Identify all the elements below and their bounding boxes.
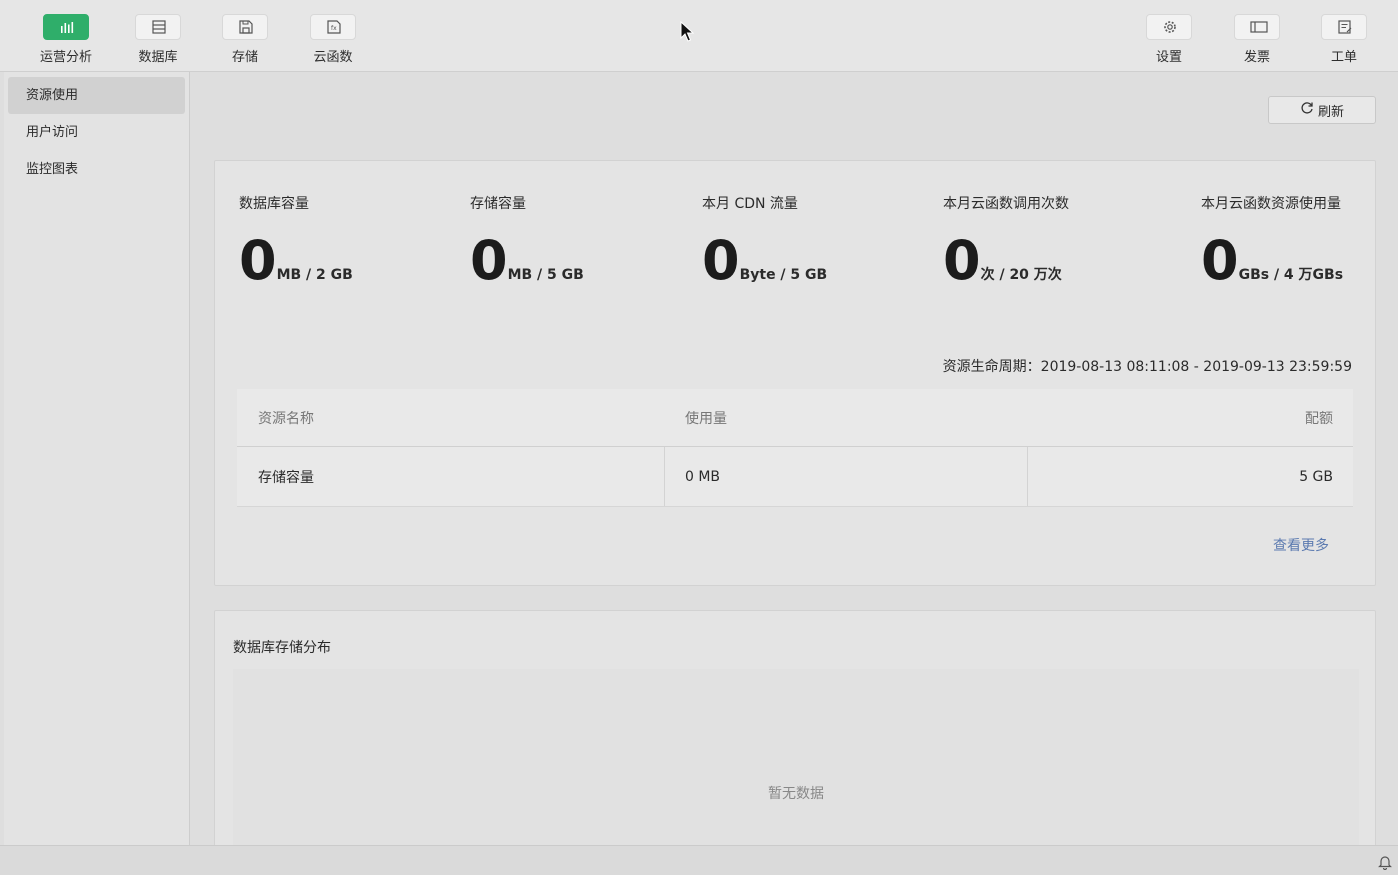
metric-value: 0 bbox=[1201, 229, 1239, 292]
view-more-link[interactable]: 查看更多 bbox=[1273, 535, 1329, 555]
column-header-usage: 使用量 bbox=[685, 410, 727, 427]
metric-db-capacity: 数据库容量 0MB / 2 GB bbox=[239, 193, 353, 291]
gear-icon bbox=[1146, 14, 1192, 40]
metric-unit: GBs / 4 万GBs bbox=[1238, 267, 1344, 283]
toolbar-ticket[interactable]: 工单 bbox=[1304, 14, 1384, 65]
metric-value: 0 bbox=[239, 229, 277, 292]
metric-unit: MB / 5 GB bbox=[507, 267, 584, 283]
card-title: 数据库存储分布 bbox=[233, 640, 331, 656]
toolbar-settings[interactable]: 设置 bbox=[1129, 14, 1209, 65]
metric-unit: Byte / 5 GB bbox=[739, 267, 828, 283]
metric-value: 0 bbox=[943, 229, 981, 292]
toolbar-label: 设置 bbox=[1155, 50, 1182, 65]
metric-title: 存储容量 bbox=[470, 196, 526, 212]
toolbar-label: 发票 bbox=[1243, 50, 1270, 65]
invoice-icon bbox=[1234, 14, 1280, 40]
toolbar-label: 工单 bbox=[1330, 50, 1357, 65]
toolbar-ops-analysis[interactable]: 运营分析 bbox=[26, 14, 106, 65]
metric-title: 本月 CDN 流量 bbox=[702, 196, 798, 212]
toolbar-database[interactable]: 数据库 bbox=[118, 14, 198, 65]
toolbar-invoice[interactable]: 发票 bbox=[1217, 14, 1297, 65]
db-storage-distribution-card: 数据库存储分布 暂无数据 bbox=[214, 610, 1376, 845]
toolbar-cloud-function[interactable]: fx 云函数 bbox=[293, 14, 373, 65]
sidebar-item-monitor-charts[interactable]: 监控图表 bbox=[8, 151, 185, 188]
cell-usage: 0 MB bbox=[665, 447, 1028, 506]
column-header-quota: 配额 bbox=[1305, 410, 1333, 427]
cell-name: 存储容量 bbox=[237, 447, 665, 506]
refresh-icon bbox=[1300, 101, 1314, 119]
toolbar-label: 云函数 bbox=[313, 50, 353, 65]
status-bar bbox=[0, 845, 1398, 875]
main-content: 刷新 数据库容量 0MB / 2 GB 存储容量 0MB / 5 GB 本月 C… bbox=[190, 72, 1398, 845]
metric-cdn-traffic: 本月 CDN 流量 0Byte / 5 GB bbox=[702, 193, 827, 291]
bar-chart-icon bbox=[43, 14, 89, 40]
toolbar-label: 运营分析 bbox=[39, 50, 92, 65]
table-header: 资源名称 使用量 配额 bbox=[237, 389, 1353, 447]
sidebar: 资源使用 用户访问 监控图表 bbox=[4, 72, 190, 845]
refresh-button[interactable]: 刷新 bbox=[1268, 96, 1376, 124]
resource-usage-card: 数据库容量 0MB / 2 GB 存储容量 0MB / 5 GB 本月 CDN … bbox=[214, 160, 1376, 586]
sidebar-item-user-access[interactable]: 用户访问 bbox=[8, 114, 185, 151]
metric-storage-capacity: 存储容量 0MB / 5 GB bbox=[470, 193, 584, 291]
resource-table: 资源名称 使用量 配额 存储容量 0 MB 5 GB bbox=[237, 389, 1353, 507]
metric-unit: MB / 2 GB bbox=[276, 267, 353, 283]
metric-title: 本月云函数调用次数 bbox=[943, 196, 1069, 212]
storage-icon bbox=[222, 14, 268, 40]
database-icon bbox=[135, 14, 181, 40]
bell-icon[interactable] bbox=[1378, 854, 1392, 874]
top-toolbar: 运营分析 数据库 存储 fx 云函数 设置 发票 工单 bbox=[0, 0, 1398, 72]
refresh-label: 刷新 bbox=[1317, 104, 1344, 120]
column-header-name: 资源名称 bbox=[258, 410, 314, 427]
sidebar-item-resource-usage[interactable]: 资源使用 bbox=[8, 77, 185, 114]
metric-function-calls: 本月云函数调用次数 0次 / 20 万次 bbox=[943, 193, 1069, 291]
ticket-icon bbox=[1321, 14, 1367, 40]
metric-value: 0 bbox=[470, 229, 508, 292]
metric-title: 数据库容量 bbox=[239, 196, 309, 212]
svg-text:fx: fx bbox=[331, 25, 337, 32]
chart-area: 暂无数据 bbox=[233, 669, 1359, 845]
toolbar-label: 数据库 bbox=[138, 50, 178, 65]
cell-quota: 5 GB bbox=[1299, 468, 1333, 485]
empty-state-text: 暂无数据 bbox=[768, 786, 824, 802]
metric-function-resource: 本月云函数资源使用量 0GBs / 4 万GBs bbox=[1201, 193, 1343, 291]
resource-lifecycle: 资源生命周期：2019-08-13 08:11:08 - 2019-09-13 … bbox=[942, 359, 1352, 375]
table-row: 存储容量 0 MB 5 GB bbox=[237, 447, 1353, 507]
metric-title: 本月云函数资源使用量 bbox=[1201, 196, 1341, 212]
metric-unit: 次 / 20 万次 bbox=[980, 267, 1062, 283]
toolbar-label: 存储 bbox=[231, 50, 258, 65]
cloud-function-icon: fx bbox=[310, 14, 356, 40]
mouse-cursor-icon bbox=[680, 20, 695, 47]
metric-value: 0 bbox=[702, 229, 740, 292]
toolbar-storage[interactable]: 存储 bbox=[205, 14, 285, 65]
